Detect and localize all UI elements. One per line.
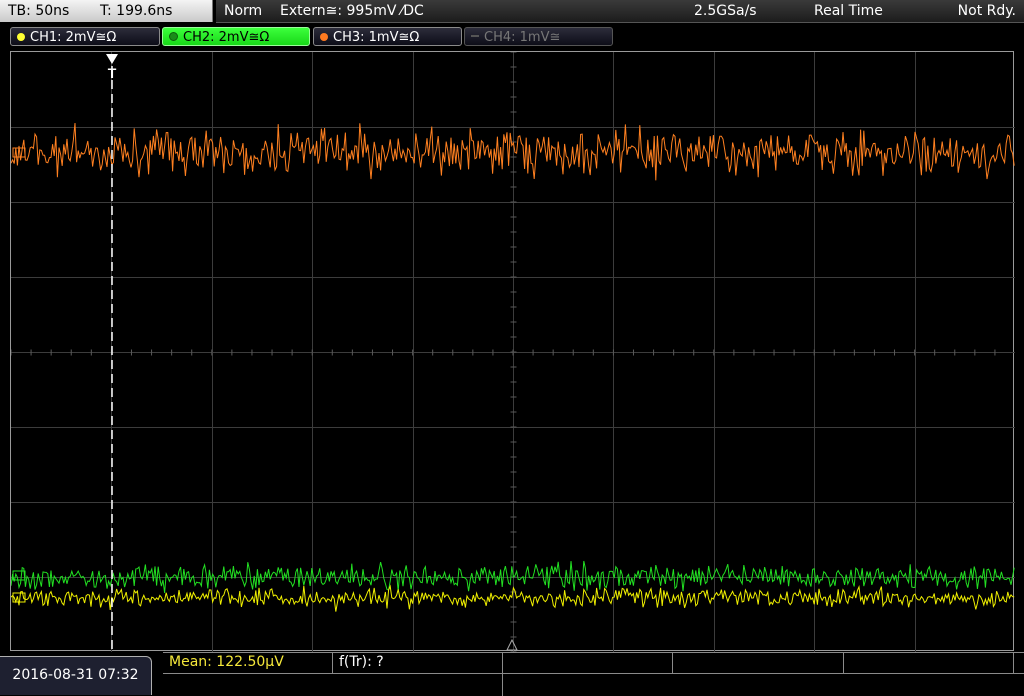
sample-rate-label: 2.5GSa/s xyxy=(694,3,757,19)
measurement-panel[interactable]: Mean: 122.50µV f(Tr): ? xyxy=(163,652,1024,696)
trigger-position-arrow-icon[interactable] xyxy=(106,54,118,64)
date-time-display: 2016-08-31 07:32 xyxy=(0,656,152,695)
channel-1-button[interactable]: CH1: 2mV≅Ω xyxy=(10,27,160,46)
measurement-cell xyxy=(844,653,1014,673)
trigger-level-bottom-arrow-icon xyxy=(506,638,518,651)
trigger-position-marker: T xyxy=(108,65,117,81)
channel-3-button[interactable]: CH3: 1mV≅Ω xyxy=(313,27,462,46)
channel-2-color-dot xyxy=(169,32,178,41)
timebase-label: TB: 50ns xyxy=(8,3,70,19)
channel-4-color-dot xyxy=(471,35,479,37)
channel-4-label: CH4: 1mV≅ xyxy=(484,30,561,45)
channel-4-button[interactable]: CH4: 1mV≅ xyxy=(464,27,613,46)
top-status-bar: TB: 50ns T: 199.6ns Norm Extern≅: 995mV … xyxy=(0,0,1024,24)
channel-2-label: CH2: 2mV≅Ω xyxy=(183,30,270,45)
channel-1-label: CH1: 2mV≅Ω xyxy=(30,30,117,45)
trigger-source-label: Extern≅: 995mV ⁄DC xyxy=(280,3,424,19)
channel-1-waveform xyxy=(11,584,1015,612)
waveform-svg: T xyxy=(11,52,1015,652)
channel-3-label: CH3: 1mV≅Ω xyxy=(333,30,420,45)
date-time-label: 2016-08-31 07:32 xyxy=(12,667,139,683)
mean-measurement[interactable]: Mean: 122.50µV xyxy=(169,654,284,670)
measurement-divider xyxy=(163,673,1024,674)
channel-2-button[interactable]: CH2: 2mV≅Ω xyxy=(162,27,310,46)
trigger-frequency-measurement[interactable]: f(Tr): ? xyxy=(339,654,384,670)
channel-1-color-dot xyxy=(17,33,25,41)
trigger-time-label: T: 199.6ns xyxy=(100,3,173,19)
channel-3-color-dot xyxy=(320,33,328,41)
measurement-cell xyxy=(503,653,673,673)
measurement-cell xyxy=(673,653,844,673)
acquisition-mode-label: Real Time xyxy=(814,3,883,19)
timebase-box[interactable]: TB: 50ns T: 199.6ns xyxy=(0,0,213,22)
waveform-display[interactable]: T xyxy=(10,51,1015,652)
trigger-mode-label: Norm xyxy=(224,3,263,19)
acquisition-info-bar[interactable]: Norm Extern≅: 995mV ⁄DC 2.5GSa/s Real Ti… xyxy=(216,0,1024,23)
acquisition-status-label: Not Rdy. xyxy=(957,3,1016,19)
